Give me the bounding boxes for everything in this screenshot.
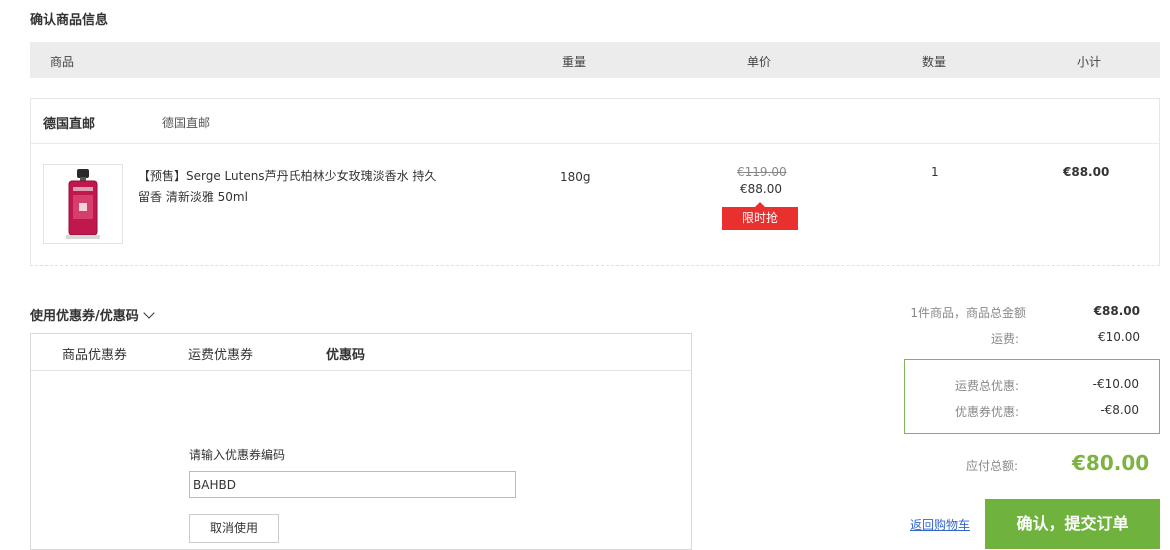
coupon-discount-label: 优惠券优惠:	[954, 405, 1019, 419]
tab-product-coupon[interactable]: 商品优惠券	[62, 344, 127, 363]
shipping-label: 运费:	[990, 332, 1019, 346]
shipping-discount-label: 运费总优惠:	[954, 379, 1019, 393]
discount-summary-box: 运费总优惠: -€10.00 优惠券优惠: -€8.00	[904, 359, 1160, 434]
product-weight: 180g	[560, 170, 591, 184]
product-title[interactable]: 【预售】Serge Lutens芦丹氏柏林少女玫瑰淡香水 持久留香 清新淡雅 5…	[138, 166, 438, 208]
tab-shipping-coupon[interactable]: 运费优惠券	[188, 344, 253, 363]
coupon-discount-value: -€8.00	[1100, 403, 1139, 417]
cancel-coupon-button[interactable]: 取消使用	[189, 514, 279, 543]
shop-subtitle: 德国直邮	[162, 116, 211, 130]
perfume-bottle-icon	[66, 169, 100, 239]
chevron-down-icon	[143, 307, 155, 319]
product-quantity: 1	[931, 165, 939, 179]
shipping-value: €10.00	[1098, 330, 1140, 344]
total-value: €80.00	[1072, 451, 1150, 475]
header-unit-price: 单价	[747, 55, 772, 69]
coupon-section-title: 使用优惠券/优惠码	[30, 309, 139, 324]
header-quantity: 数量	[922, 55, 947, 69]
goods-total-label: 1件商品，商品总金额	[910, 306, 1026, 320]
total-label: 应付总额:	[966, 459, 1019, 473]
coupon-section-toggle[interactable]: 使用优惠券/优惠码	[30, 305, 155, 324]
coupon-panel: 商品优惠券 运费优惠券 优惠码 请输入优惠券编码 取消使用	[30, 333, 692, 550]
shop-name: 德国直邮	[43, 117, 96, 132]
page-title: 确认商品信息	[30, 13, 109, 28]
original-price: €119.00	[737, 165, 787, 179]
shipping-discount-value: -€10.00	[1092, 377, 1139, 391]
sale-price: €88.00	[740, 182, 782, 196]
table-header: 商品 重量 单价 数量 小计	[30, 42, 1160, 78]
header-weight: 重量	[562, 55, 587, 69]
flash-sale-badge: 限时抢	[722, 202, 798, 230]
submit-order-button[interactable]: 确认，提交订单	[985, 499, 1160, 549]
order-item-group: 德国直邮 德国直邮 【预售】Serge Lutens芦丹氏柏林少女玫瑰淡香水 持…	[30, 98, 1160, 266]
shop-header: 德国直邮 德国直邮	[31, 99, 1159, 144]
product-subtotal: €88.00	[1063, 165, 1110, 179]
tab-promo-code[interactable]: 优惠码	[326, 344, 365, 363]
product-image[interactable]	[43, 164, 123, 244]
promo-code-input[interactable]	[189, 471, 516, 498]
header-subtotal: 小计	[1077, 55, 1102, 69]
coupon-tabs: 商品优惠券 运费优惠券 优惠码	[31, 334, 691, 371]
goods-total-value: €88.00	[1093, 304, 1140, 318]
back-to-cart-link[interactable]: 返回购物车	[910, 516, 970, 533]
promo-code-label: 请输入优惠券编码	[189, 448, 286, 462]
header-product: 商品	[50, 55, 75, 69]
